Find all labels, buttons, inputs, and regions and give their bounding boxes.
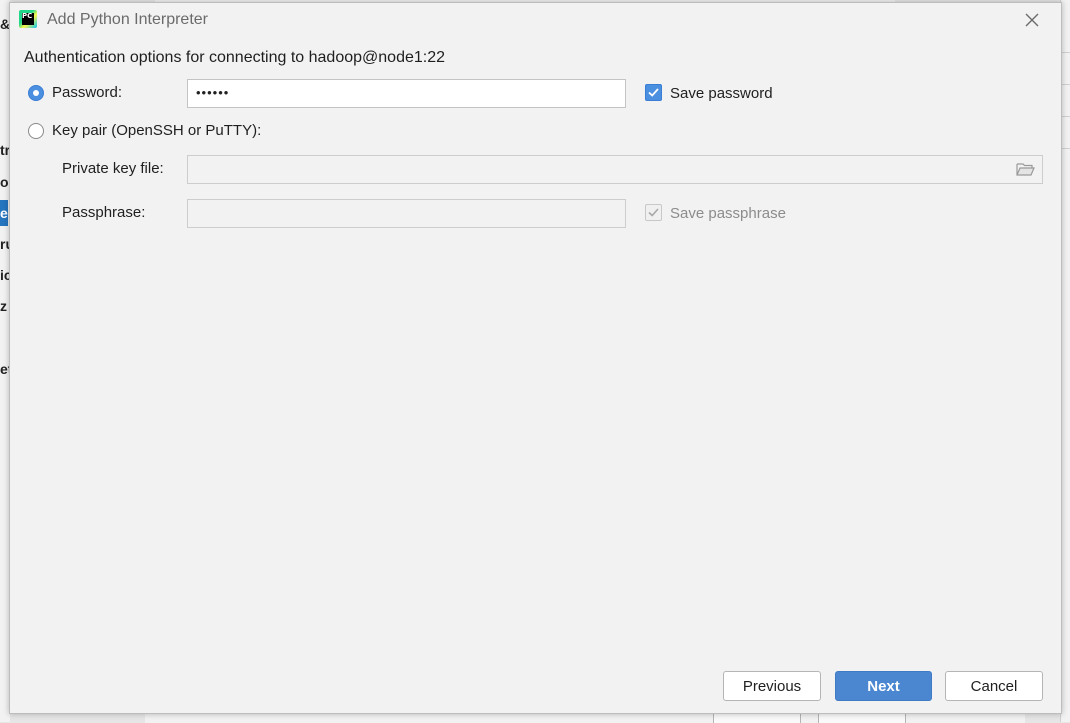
background-text-fragment: e — [0, 200, 8, 226]
cancel-button[interactable]: Cancel — [945, 671, 1043, 701]
password-label: Password: — [52, 84, 123, 101]
previous-button[interactable]: Previous — [723, 671, 821, 701]
save-password-label: Save password — [670, 85, 773, 102]
password-radio[interactable] — [28, 85, 44, 101]
dialog-title: Add Python Interpreter — [47, 11, 208, 28]
close-icon[interactable] — [1023, 11, 1041, 29]
password-input[interactable]: •••••• — [187, 79, 626, 108]
keypair-label: Key pair (OpenSSH or PuTTY): — [52, 122, 262, 139]
pycharm-logo-icon: PC — [19, 10, 37, 28]
save-passphrase-label: Save passphrase — [670, 205, 786, 222]
folder-icon[interactable] — [1016, 162, 1035, 180]
checkmark-icon — [648, 88, 659, 97]
private-key-label: Private key file: — [62, 160, 164, 177]
passphrase-label: Passphrase: — [62, 204, 146, 221]
add-python-interpreter-dialog: PC Add Python Interpreter Authentication… — [9, 2, 1062, 714]
checkmark-icon — [648, 208, 659, 217]
dialog-titlebar: PC Add Python Interpreter — [10, 3, 1061, 37]
passphrase-input[interactable] — [187, 199, 626, 228]
next-button[interactable]: Next — [835, 671, 932, 701]
private-key-input[interactable] — [187, 155, 1043, 184]
auth-heading: Authentication options for connecting to… — [24, 49, 445, 66]
keypair-radio[interactable] — [28, 123, 44, 139]
save-password-checkbox[interactable] — [645, 84, 662, 101]
save-passphrase-checkbox[interactable] — [645, 204, 662, 221]
password-value: •••••• — [196, 85, 230, 100]
